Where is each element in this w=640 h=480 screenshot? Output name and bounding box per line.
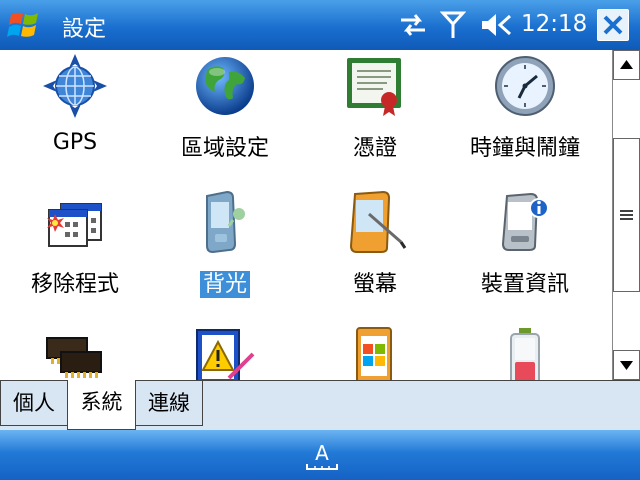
volume-speaker-icon[interactable] (480, 10, 514, 40)
backlight-icon (206, 190, 245, 254)
arrow-down-icon (620, 361, 633, 370)
scroll-down-button[interactable] (613, 350, 640, 380)
device-info-icon (501, 192, 549, 251)
tab-connections[interactable]: 連線 (135, 380, 203, 426)
item-label: 區域設定 (180, 136, 269, 161)
screen-icon (349, 190, 407, 253)
scrollbar-thumb[interactable] (613, 138, 640, 292)
item-label: 背光 (199, 271, 250, 298)
certificate-icon (347, 58, 401, 116)
remove-programs-icon (47, 203, 102, 247)
item-label: 螢幕 (352, 272, 397, 297)
regional-globe-icon (196, 57, 254, 115)
vertical-scrollbar[interactable] (612, 50, 640, 380)
connectivity-arrows-icon[interactable] (397, 10, 429, 40)
clock-time[interactable]: 12:18 (521, 11, 587, 37)
sip-label: A (315, 441, 329, 465)
page-title: 設定 (62, 17, 107, 42)
tab-personal[interactable]: 個人 (0, 380, 68, 426)
title-bar: 設定 12:18 (0, 0, 640, 50)
keyboard-icon: A (306, 441, 338, 470)
arrow-up-icon (620, 60, 633, 69)
input-panel-button[interactable]: A (305, 436, 339, 474)
grip-icon (620, 210, 633, 220)
item-label: 憑證 (352, 136, 397, 161)
battery-icon (510, 328, 540, 380)
signal-antenna-icon[interactable] (440, 10, 466, 40)
scroll-up-button[interactable] (613, 50, 640, 80)
settings-grid: GPS 區域設定 憑證 時鐘與鬧鐘 移除程式 背光 螢幕 裝置資訊 (0, 50, 612, 380)
tab-strip: 個人 系統 連線 (0, 380, 640, 430)
windows-start-icon[interactable] (5, 7, 45, 43)
close-button[interactable] (597, 9, 629, 41)
item-label: 時鐘與鬧鐘 (469, 136, 580, 161)
gps-globe-icon (43, 54, 107, 118)
item-label: GPS (52, 130, 98, 155)
windows-device-icon (356, 327, 392, 380)
clock-alarm-icon (495, 56, 555, 116)
memory-icon (46, 337, 102, 378)
close-icon (603, 15, 623, 35)
softkey-bar: A (0, 430, 640, 480)
item-label: 移除程式 (30, 272, 119, 297)
item-label: 裝置資訊 (480, 272, 569, 297)
tab-system[interactable]: 系統 (67, 380, 136, 430)
error-reporting-icon (196, 329, 255, 380)
